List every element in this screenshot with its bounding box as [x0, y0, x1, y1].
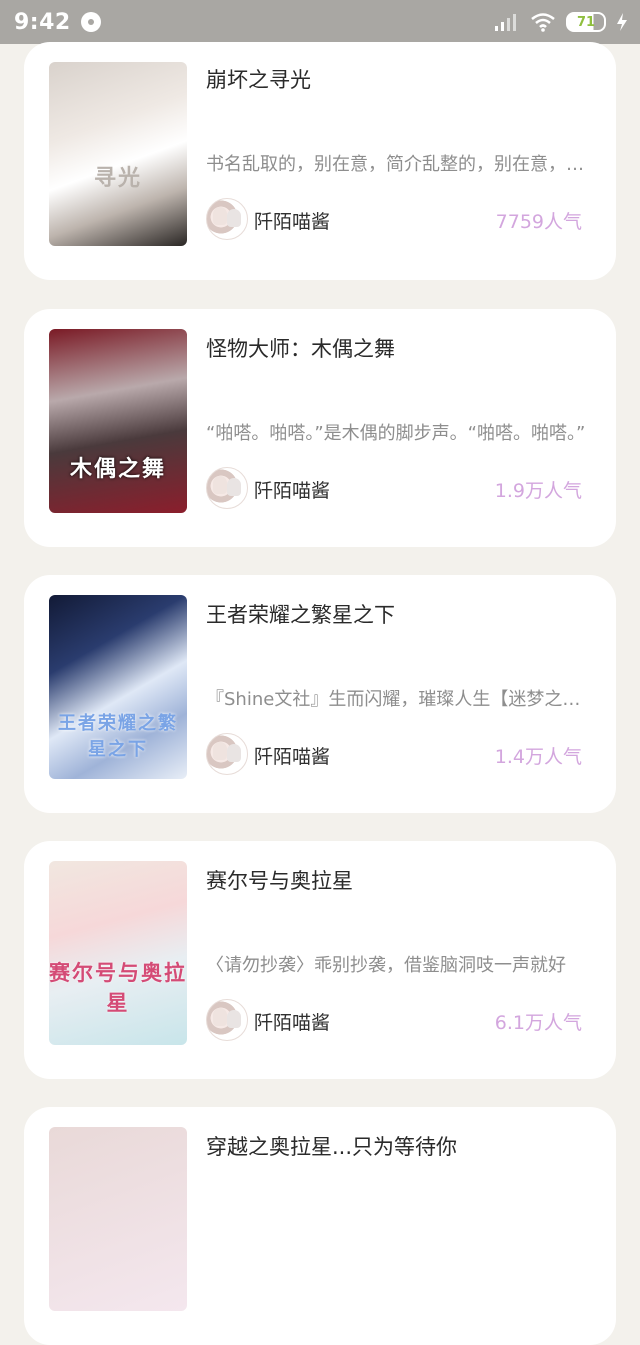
book-title[interactable]: 怪物大师：木偶之舞: [206, 333, 395, 363]
book-title[interactable]: 穿越之奥拉星...只为等待你: [206, 1131, 457, 1161]
popularity-count: 6.1万人气: [494, 1012, 582, 1034]
book-description: 〈请勿抄袭〉乖别抄袭，借鉴脑洞吱一声就好: [206, 955, 566, 976]
book-description: 『Shine文社』生而闪耀，璀璨人生【迷梦之城】: [206, 689, 592, 710]
status-time: 9:42: [14, 9, 71, 35]
book-card[interactable]: 寻光 崩坏之寻光 书名乱取的，别在意，简介乱整的，别在意，反正就是这样子的一个故…: [24, 42, 616, 280]
author-avatar: [206, 467, 248, 509]
book-card[interactable]: 木偶之舞 怪物大师：木偶之舞 “啪嗒。啪嗒。”是木偶的脚步声。“啪嗒。啪嗒。” …: [24, 309, 616, 547]
author-avatar: [206, 198, 248, 240]
author-name[interactable]: 阡陌喵酱: [254, 1008, 330, 1035]
popularity-count: 1.4万人气: [494, 746, 582, 768]
book-cover[interactable]: 木偶之舞: [49, 329, 187, 513]
status-bar: 9:42 71: [0, 0, 640, 44]
popularity-count: 1.9万人气: [494, 480, 582, 502]
author-name[interactable]: 阡陌喵酱: [254, 207, 330, 234]
battery-level: 71: [576, 14, 596, 30]
message-bubble-icon: [80, 12, 101, 32]
signal-icon: [495, 14, 516, 31]
book-description: “啪嗒。啪嗒。”是木偶的脚步声。“啪嗒。啪嗒。”: [206, 423, 586, 444]
cover-text: 王者荣耀之繁星之下: [58, 713, 178, 760]
book-cover[interactable]: [49, 1127, 187, 1311]
book-cover[interactable]: 寻光: [49, 62, 187, 246]
popularity-count: 7759人气: [495, 211, 582, 233]
book-title[interactable]: 王者荣耀之繁星之下: [206, 599, 395, 629]
book-card[interactable]: 赛尔号与奥拉星 赛尔号与奥拉星 〈请勿抄袭〉乖别抄袭，借鉴脑洞吱一声就好 阡陌喵…: [24, 841, 616, 1079]
wifi-icon: [531, 13, 555, 32]
book-cover[interactable]: 赛尔号与奥拉星: [49, 861, 187, 1045]
cover-text: 木偶之舞: [69, 456, 166, 482]
book-card[interactable]: 王者荣耀之繁星之下 王者荣耀之繁星之下 『Shine文社』生而闪耀，璀璨人生【迷…: [24, 575, 616, 813]
book-description: 书名乱取的，别在意，简介乱整的，别在意，反正就是这样子的一个故事: [206, 154, 592, 175]
book-title[interactable]: 赛尔号与奥拉星: [206, 865, 353, 895]
battery-icon: 71: [566, 12, 606, 32]
book-card-partial[interactable]: 穿越之奥拉星...只为等待你: [24, 1107, 616, 1345]
book-title[interactable]: 崩坏之寻光: [206, 64, 311, 94]
status-icons: 71: [494, 12, 628, 32]
author-name[interactable]: 阡陌喵酱: [254, 742, 330, 769]
author-avatar: [206, 733, 248, 775]
author-name[interactable]: 阡陌喵酱: [254, 476, 330, 503]
book-cover[interactable]: 王者荣耀之繁星之下: [49, 595, 187, 779]
charging-icon: [617, 13, 627, 31]
author-avatar: [206, 999, 248, 1041]
cover-text: 赛尔号与奥拉星: [49, 960, 187, 1015]
cover-text: 寻光: [93, 165, 142, 191]
